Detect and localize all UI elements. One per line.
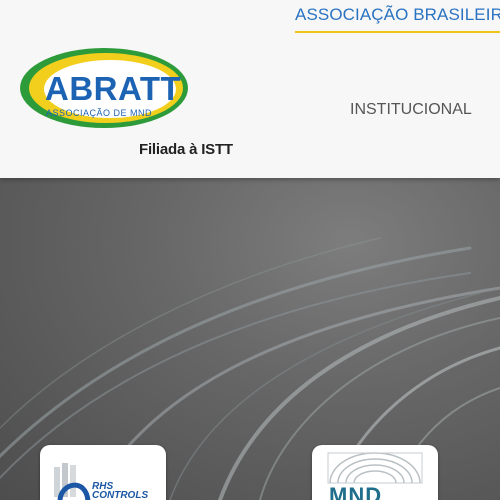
rhs-controls-label: RHS CONTROLS [92, 481, 149, 500]
nav-item-institucional[interactable]: INSTITUCIONAL [350, 101, 472, 119]
sponsor-card-rhs-controls[interactable]: RHS CONTROLS [40, 445, 166, 500]
tagline-divider [295, 31, 500, 33]
site-header: ASSOCIAÇÃO BRASILEIR ABRATT ASSOCIAÇÃO D… [0, 0, 500, 178]
logo-acronym: ABRATT [45, 70, 182, 107]
logo-subtitle: ASSOCIAÇÃO DE MND [46, 108, 153, 118]
site-tagline: ASSOCIAÇÃO BRASILEIR [295, 5, 500, 24]
sponsor-card-mnd[interactable]: MND [312, 445, 438, 500]
mnd-label: MND [329, 483, 383, 500]
affiliation-label: Filiada à ISTT [139, 141, 233, 158]
